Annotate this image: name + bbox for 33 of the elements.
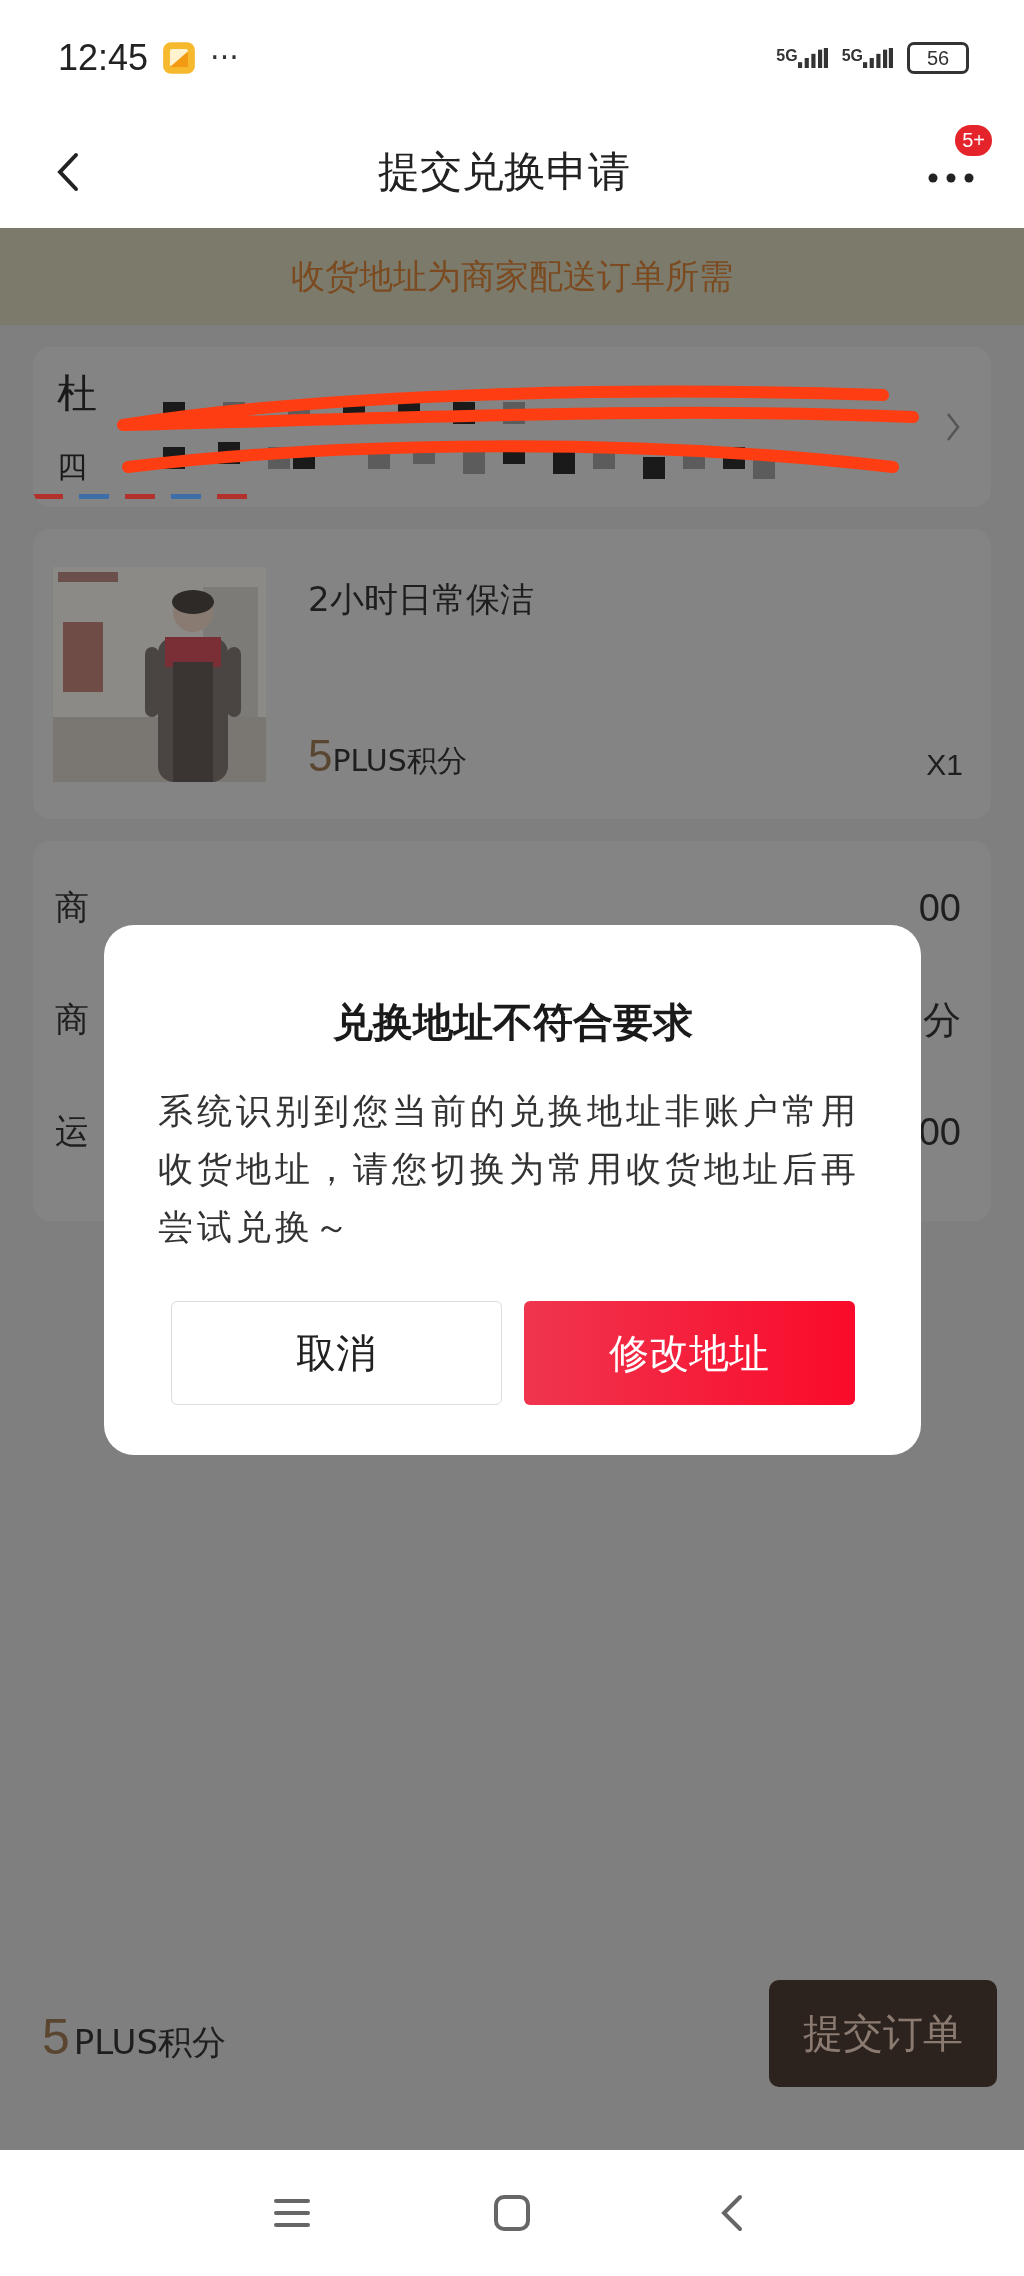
- product-title: 2小时日常保洁: [308, 577, 535, 621]
- submit-order-button[interactable]: 提交订单: [769, 1980, 997, 2087]
- address-text: 四: [57, 448, 88, 486]
- battery-indicator: 56: [907, 41, 969, 74]
- summary-label: 商: [55, 998, 89, 1041]
- dialog-message: 系统识别到您当前的兑换地址非账户常用收货地址，请您切换为常用收货地址后再尝试兑换～: [157, 1090, 861, 1249]
- cancel-button[interactable]: 取消: [170, 1301, 502, 1405]
- more-icon[interactable]: [928, 172, 974, 183]
- address-card[interactable]: 杜 四: [33, 347, 991, 507]
- dialog-title: 兑换地址不符合要求: [332, 998, 693, 1047]
- recipient-name: 杜: [57, 369, 98, 418]
- summary-label: 商: [55, 886, 89, 929]
- summary-value: 00: [918, 1110, 961, 1154]
- network-label: 5G: [841, 46, 863, 65]
- clock-time: 12:45: [58, 36, 149, 79]
- edit-address-button[interactable]: 修改地址: [523, 1301, 855, 1405]
- total-points: 5 PLUS积分: [42, 2008, 227, 2066]
- product-price: 5PLUS积分: [308, 730, 467, 782]
- signal-icon: [863, 46, 893, 69]
- quantity-text: X1: [926, 747, 963, 782]
- more-notifications: ···: [210, 40, 239, 75]
- summary-label: 运: [55, 1110, 89, 1153]
- gallery-icon: [162, 40, 197, 75]
- home-icon[interactable]: [492, 2193, 532, 2233]
- summary-value: 分: [923, 997, 961, 1043]
- summary-value: 00: [918, 886, 961, 930]
- chevron-right-icon: [945, 411, 961, 443]
- page-title: 提交兑换申请: [377, 145, 631, 198]
- back-icon[interactable]: [56, 151, 80, 192]
- signal-icon: [797, 46, 828, 69]
- network-label: 5G: [776, 46, 798, 65]
- notification-badge: 5+: [955, 124, 992, 156]
- notice-text: 收货地址为商家配送订单所需: [291, 254, 733, 298]
